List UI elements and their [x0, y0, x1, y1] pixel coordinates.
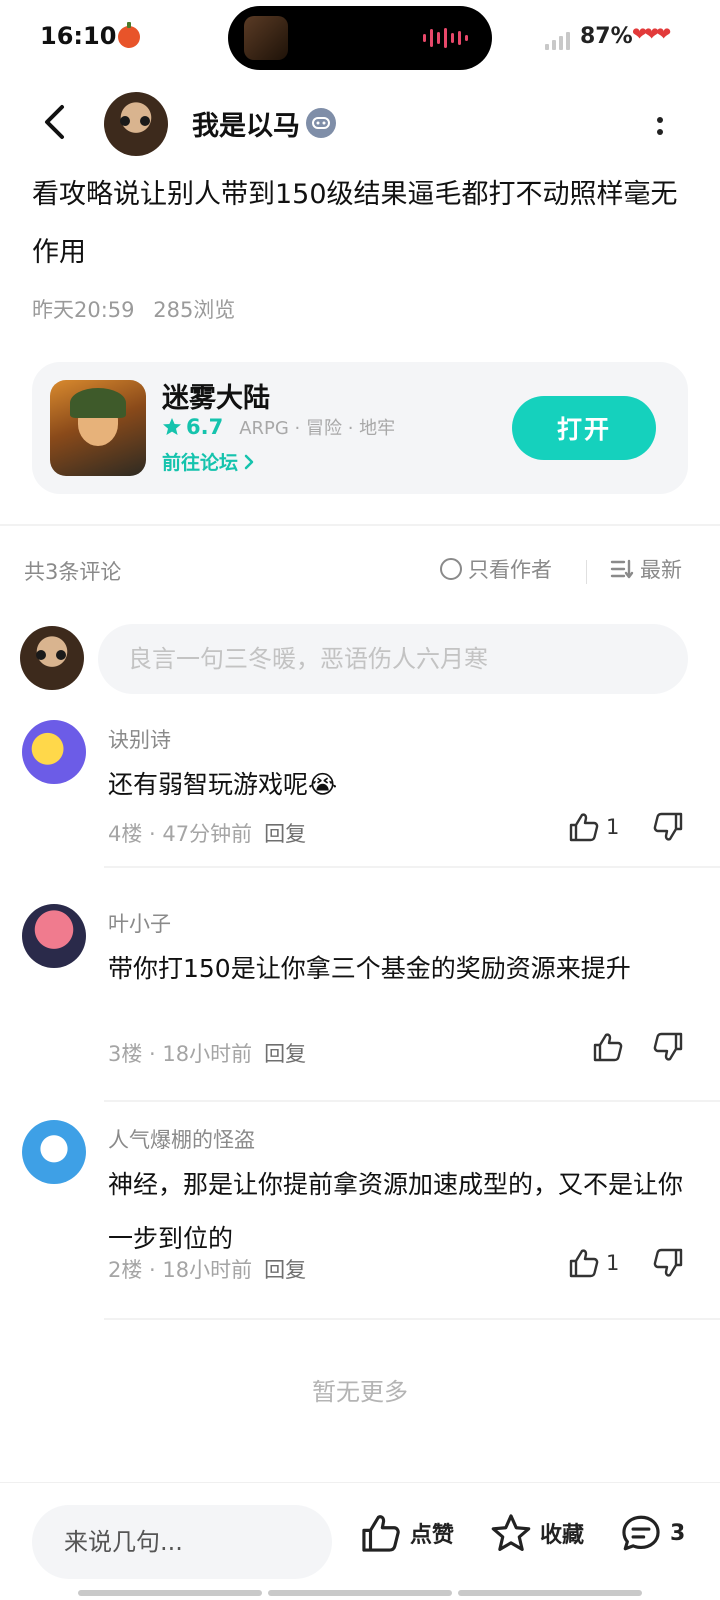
dislike-button[interactable] — [652, 1032, 684, 1066]
status-time: 16:10 — [40, 22, 117, 50]
commenter-name[interactable]: 诀别诗 — [108, 724, 171, 754]
status-bar: 16:10 87% ❤❤❤ — [0, 0, 720, 76]
like-button[interactable] — [592, 1032, 630, 1062]
divider — [586, 560, 587, 584]
comments-count: 共3条评论 — [24, 560, 122, 584]
thumbs-down-icon — [653, 812, 683, 841]
comment-floor: 3楼 — [108, 1042, 143, 1066]
thumbs-up-icon — [569, 1249, 599, 1278]
favorite-button[interactable]: 收藏 — [490, 1513, 584, 1553]
commenter-avatar[interactable] — [22, 904, 86, 968]
post-content: 看攻略说让别人带到150级结果逼毛都打不动照样毫无作用 — [32, 179, 678, 268]
bottom-action-bar: 点赞 收藏 3 — [0, 1482, 720, 1600]
post-views: 285浏览 — [153, 298, 236, 322]
game-card[interactable]: 迷雾大陆 6.7 ARPG · 冒险 · 地牢 前往论坛 打开 — [32, 362, 688, 494]
post-time: 昨天20:59 — [32, 298, 135, 322]
heart-icons: ❤❤❤ — [632, 24, 671, 45]
favorite-label: 收藏 — [540, 1523, 585, 1548]
chevron-right-icon — [244, 454, 254, 469]
comment-time: 47分钟前 — [162, 822, 253, 846]
thumbs-up-icon — [362, 1515, 400, 1552]
comment-item: 诀别诗 还有弱智玩游戏呢😭 4楼 · 47分钟前 回复 1 — [0, 720, 720, 868]
dislike-button[interactable] — [652, 1248, 684, 1282]
like-button[interactable]: 1 — [568, 1248, 619, 1278]
comment-meta: 4楼 · 47分钟前 回复 — [108, 822, 307, 846]
comment-meta: 3楼 · 18小时前 回复 — [108, 1042, 307, 1066]
star-outline-icon — [491, 1514, 531, 1551]
like-count: 1 — [606, 1251, 620, 1275]
post-header: 我是以马 — [0, 80, 720, 170]
author-avatar[interactable] — [104, 92, 168, 156]
reply-button[interactable]: 回复 — [264, 822, 306, 846]
comment-time: 18小时前 — [162, 1258, 253, 1282]
reply-button[interactable]: 回复 — [264, 1258, 306, 1282]
post-meta: 昨天20:59 285浏览 — [32, 294, 235, 324]
media-thumbnail — [244, 16, 288, 60]
no-more-text: 暂无更多 — [312, 1378, 408, 1406]
comment-floor: 2楼 — [108, 1258, 143, 1282]
sort-button[interactable]: 最新 — [610, 554, 682, 584]
home-indicator[interactable] — [78, 1590, 642, 1596]
dynamic-island[interactable] — [228, 6, 492, 70]
my-avatar — [20, 626, 84, 690]
comment-input[interactable] — [98, 624, 688, 694]
only-author-toggle[interactable]: 只看作者 — [440, 554, 552, 584]
comment-time: 18小时前 — [162, 1042, 253, 1066]
game-tags: ARPG · 冒险 · 地牢 — [239, 418, 396, 439]
like-button[interactable]: 1 — [568, 812, 619, 842]
thumbs-down-icon — [653, 1032, 683, 1061]
comment-bubble-icon — [622, 1515, 660, 1551]
back-button[interactable] — [36, 100, 72, 144]
open-game-button[interactable]: 打开 — [512, 396, 656, 460]
comments-button[interactable]: 3 — [620, 1513, 685, 1553]
game-icon[interactable] — [50, 380, 146, 476]
game-title[interactable]: 迷雾大陆 — [162, 376, 270, 415]
battery-level: 87% — [580, 24, 633, 49]
game-rating-row: 6.7 ARPG · 冒险 · 地牢 — [162, 414, 395, 440]
dislike-button[interactable] — [652, 812, 684, 846]
author-name[interactable]: 我是以马 — [192, 104, 300, 143]
comments-count-badge: 3 — [670, 1520, 686, 1546]
commenter-avatar[interactable] — [22, 720, 86, 784]
thumbs-down-icon — [653, 1248, 683, 1277]
audio-wave-icon — [423, 28, 468, 48]
comment-divider — [104, 1318, 720, 1320]
like-post-label: 点赞 — [410, 1523, 455, 1548]
thumbs-up-icon — [569, 813, 599, 842]
section-divider — [0, 524, 720, 526]
go-to-forum-link[interactable]: 前往论坛 — [162, 448, 254, 475]
like-post-button[interactable]: 点赞 — [360, 1513, 454, 1553]
sort-label: 最新 — [640, 558, 682, 582]
chevron-left-icon — [45, 105, 64, 139]
thumbs-up-icon — [593, 1033, 623, 1062]
gamepad-badge-icon — [306, 108, 336, 138]
go-to-forum-label: 前往论坛 — [162, 452, 239, 474]
comment-item: 人气爆棚的怪盗 神经，那是让你提前拿资源加速成型的，又不是让你一步到位的 2楼 … — [0, 1120, 720, 1320]
like-count: 1 — [606, 815, 620, 839]
only-author-label: 只看作者 — [468, 558, 552, 582]
star-icon — [163, 418, 181, 435]
pumpkin-icon — [118, 22, 140, 48]
commenter-name[interactable]: 叶小子 — [108, 908, 171, 938]
comment-divider — [104, 1100, 720, 1102]
comment-text: 还有弱智玩游戏呢😭 — [108, 770, 338, 799]
more-options-button[interactable] — [650, 106, 670, 146]
signal-icon — [545, 30, 570, 50]
comment-text: 带你打150是让你拿三个基金的奖励资源来提升 — [108, 954, 631, 983]
bottom-comment-input[interactable] — [32, 1505, 332, 1579]
radio-icon — [440, 558, 462, 580]
comment-divider — [104, 866, 720, 868]
sort-icon — [610, 559, 634, 579]
reply-button[interactable]: 回复 — [264, 1042, 306, 1066]
comment-item: 叶小子 带你打150是让你拿三个基金的奖励资源来提升 3楼 · 18小时前 回复 — [0, 904, 720, 1102]
commenter-name[interactable]: 人气爆棚的怪盗 — [108, 1124, 255, 1154]
game-rating: 6.7 — [186, 415, 224, 439]
commenter-avatar[interactable] — [22, 1120, 86, 1184]
comment-meta: 2楼 · 18小时前 回复 — [108, 1258, 307, 1282]
comment-floor: 4楼 — [108, 822, 143, 846]
